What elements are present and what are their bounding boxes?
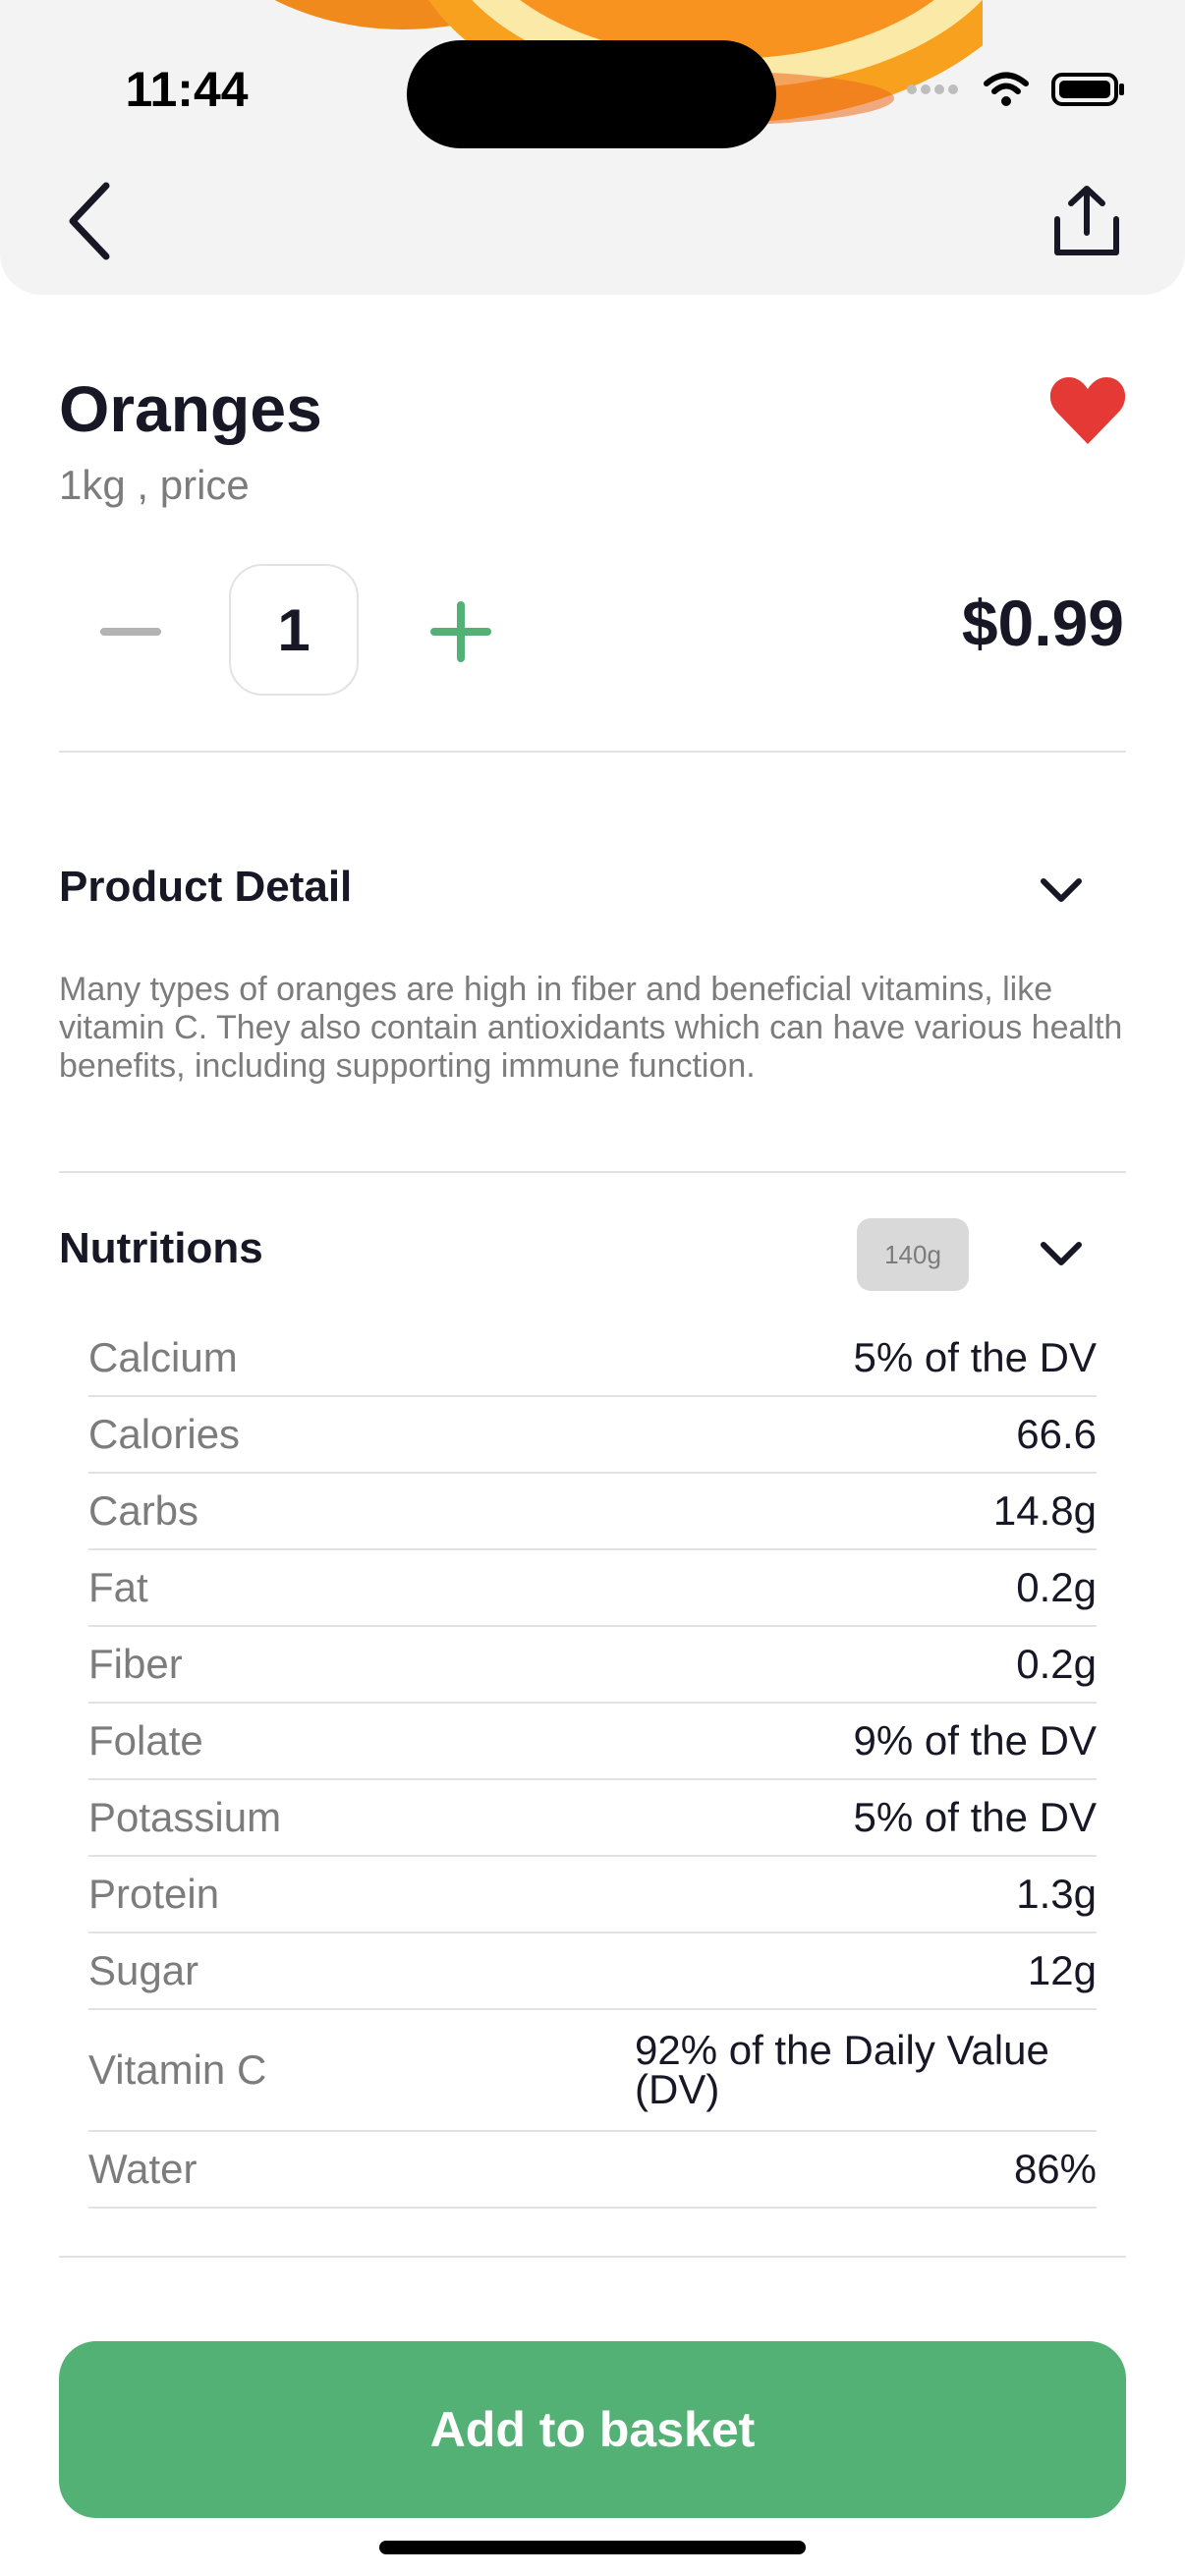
nutrient-value: 9% of the DV: [853, 1717, 1097, 1764]
share-button[interactable]: [1047, 177, 1126, 265]
nutrition-row: Fiber 0.2g: [88, 1627, 1097, 1704]
back-button[interactable]: [67, 177, 126, 265]
decrease-quantity-button[interactable]: [98, 599, 163, 664]
nutrition-row: Potassium 5% of the DV: [88, 1780, 1097, 1857]
chevron-down-icon: [1041, 878, 1082, 902]
nutrient-name: Protein: [88, 1871, 220, 1917]
nutrient-name: Folate: [88, 1717, 203, 1764]
nutrient-value: 5% of the DV: [853, 1794, 1097, 1840]
minus-icon: [100, 628, 161, 636]
nutrient-value: 1.3g: [1016, 1871, 1097, 1917]
divider: [59, 2256, 1126, 2258]
chevron-down-icon: [1041, 1242, 1082, 1265]
nutrient-value: 12g: [1027, 1947, 1097, 1993]
product-title: Oranges: [59, 372, 322, 445]
nutrient-name: Water: [88, 2146, 198, 2192]
quantity-value[interactable]: 1: [229, 564, 359, 696]
nutrient-name: Carbs: [88, 1487, 199, 1534]
nutrient-value: 0.2g: [1016, 1564, 1097, 1610]
heart-icon[interactable]: [1049, 375, 1126, 446]
increase-quantity-button[interactable]: [428, 599, 493, 664]
nutrient-value: 86%: [1013, 2146, 1097, 2192]
add-to-basket-button[interactable]: Add to basket: [59, 2341, 1126, 2518]
nutritions-toggle[interactable]: [1032, 1234, 1091, 1273]
nutrient-value: 66.6: [1016, 1411, 1097, 1457]
nutrient-name: Fat: [88, 1564, 148, 1610]
nutrient-name: Potassium: [88, 1794, 282, 1840]
product-image-header: 11:44: [0, 0, 1185, 295]
nutrition-row: Protein 1.3g: [88, 1857, 1097, 1933]
plus-icon: [430, 601, 491, 662]
nutrition-row: Fat 0.2g: [88, 1550, 1097, 1627]
nutrition-row: Vitamin C 92% of the Daily Value (DV): [88, 2010, 1097, 2132]
nutrition-row: Sugar 12g: [88, 1933, 1097, 2010]
nutrition-row: Carbs 14.8g: [88, 1474, 1097, 1550]
nutritions-heading[interactable]: Nutritions: [59, 1224, 263, 1273]
nutrient-name: Fiber: [88, 1641, 183, 1687]
home-indicator: [379, 2541, 806, 2554]
dynamic-island: [407, 40, 776, 148]
nutrient-value: 5% of the DV: [853, 1334, 1097, 1380]
product-detail-heading[interactable]: Product Detail: [59, 863, 352, 912]
nutrient-value: 14.8g: [992, 1487, 1097, 1534]
signal-icon: [907, 84, 958, 94]
product-description: Many types of oranges are high in fiber …: [59, 971, 1123, 1085]
nutrient-value: 92% of the Daily Value (DV): [635, 2027, 1049, 2112]
serving-weight-badge: 140g: [857, 1218, 969, 1291]
nutrition-row: Folate 9% of the DV: [88, 1704, 1097, 1780]
status-time: 11:44: [125, 62, 249, 117]
nutrient-name: Sugar: [88, 1947, 199, 1993]
nutrition-table: Calcium 5% of the DV Calories 66.6 Carbs…: [88, 1320, 1097, 2209]
status-icons: [906, 71, 1126, 108]
product-detail-toggle[interactable]: [1032, 870, 1091, 910]
nutrient-name: Vitamin C: [88, 2046, 267, 2093]
battery-icon: [1051, 73, 1124, 106]
nutrition-row: Water 86%: [88, 2132, 1097, 2209]
wifi-icon: [984, 72, 1029, 106]
nutrition-row: Calcium 5% of the DV: [88, 1320, 1097, 1397]
product-unit: 1kg , price: [59, 462, 250, 508]
nutrient-value: 0.2g: [1016, 1641, 1097, 1687]
chevron-left-icon: [69, 182, 110, 260]
share-icon: [1054, 186, 1119, 255]
nutrition-row: Calories 66.6: [88, 1397, 1097, 1474]
divider: [59, 1171, 1126, 1173]
divider: [59, 751, 1126, 753]
product-price: $0.99: [961, 587, 1124, 659]
nutrient-name: Calcium: [88, 1334, 238, 1380]
nutrient-name: Calories: [88, 1411, 241, 1457]
